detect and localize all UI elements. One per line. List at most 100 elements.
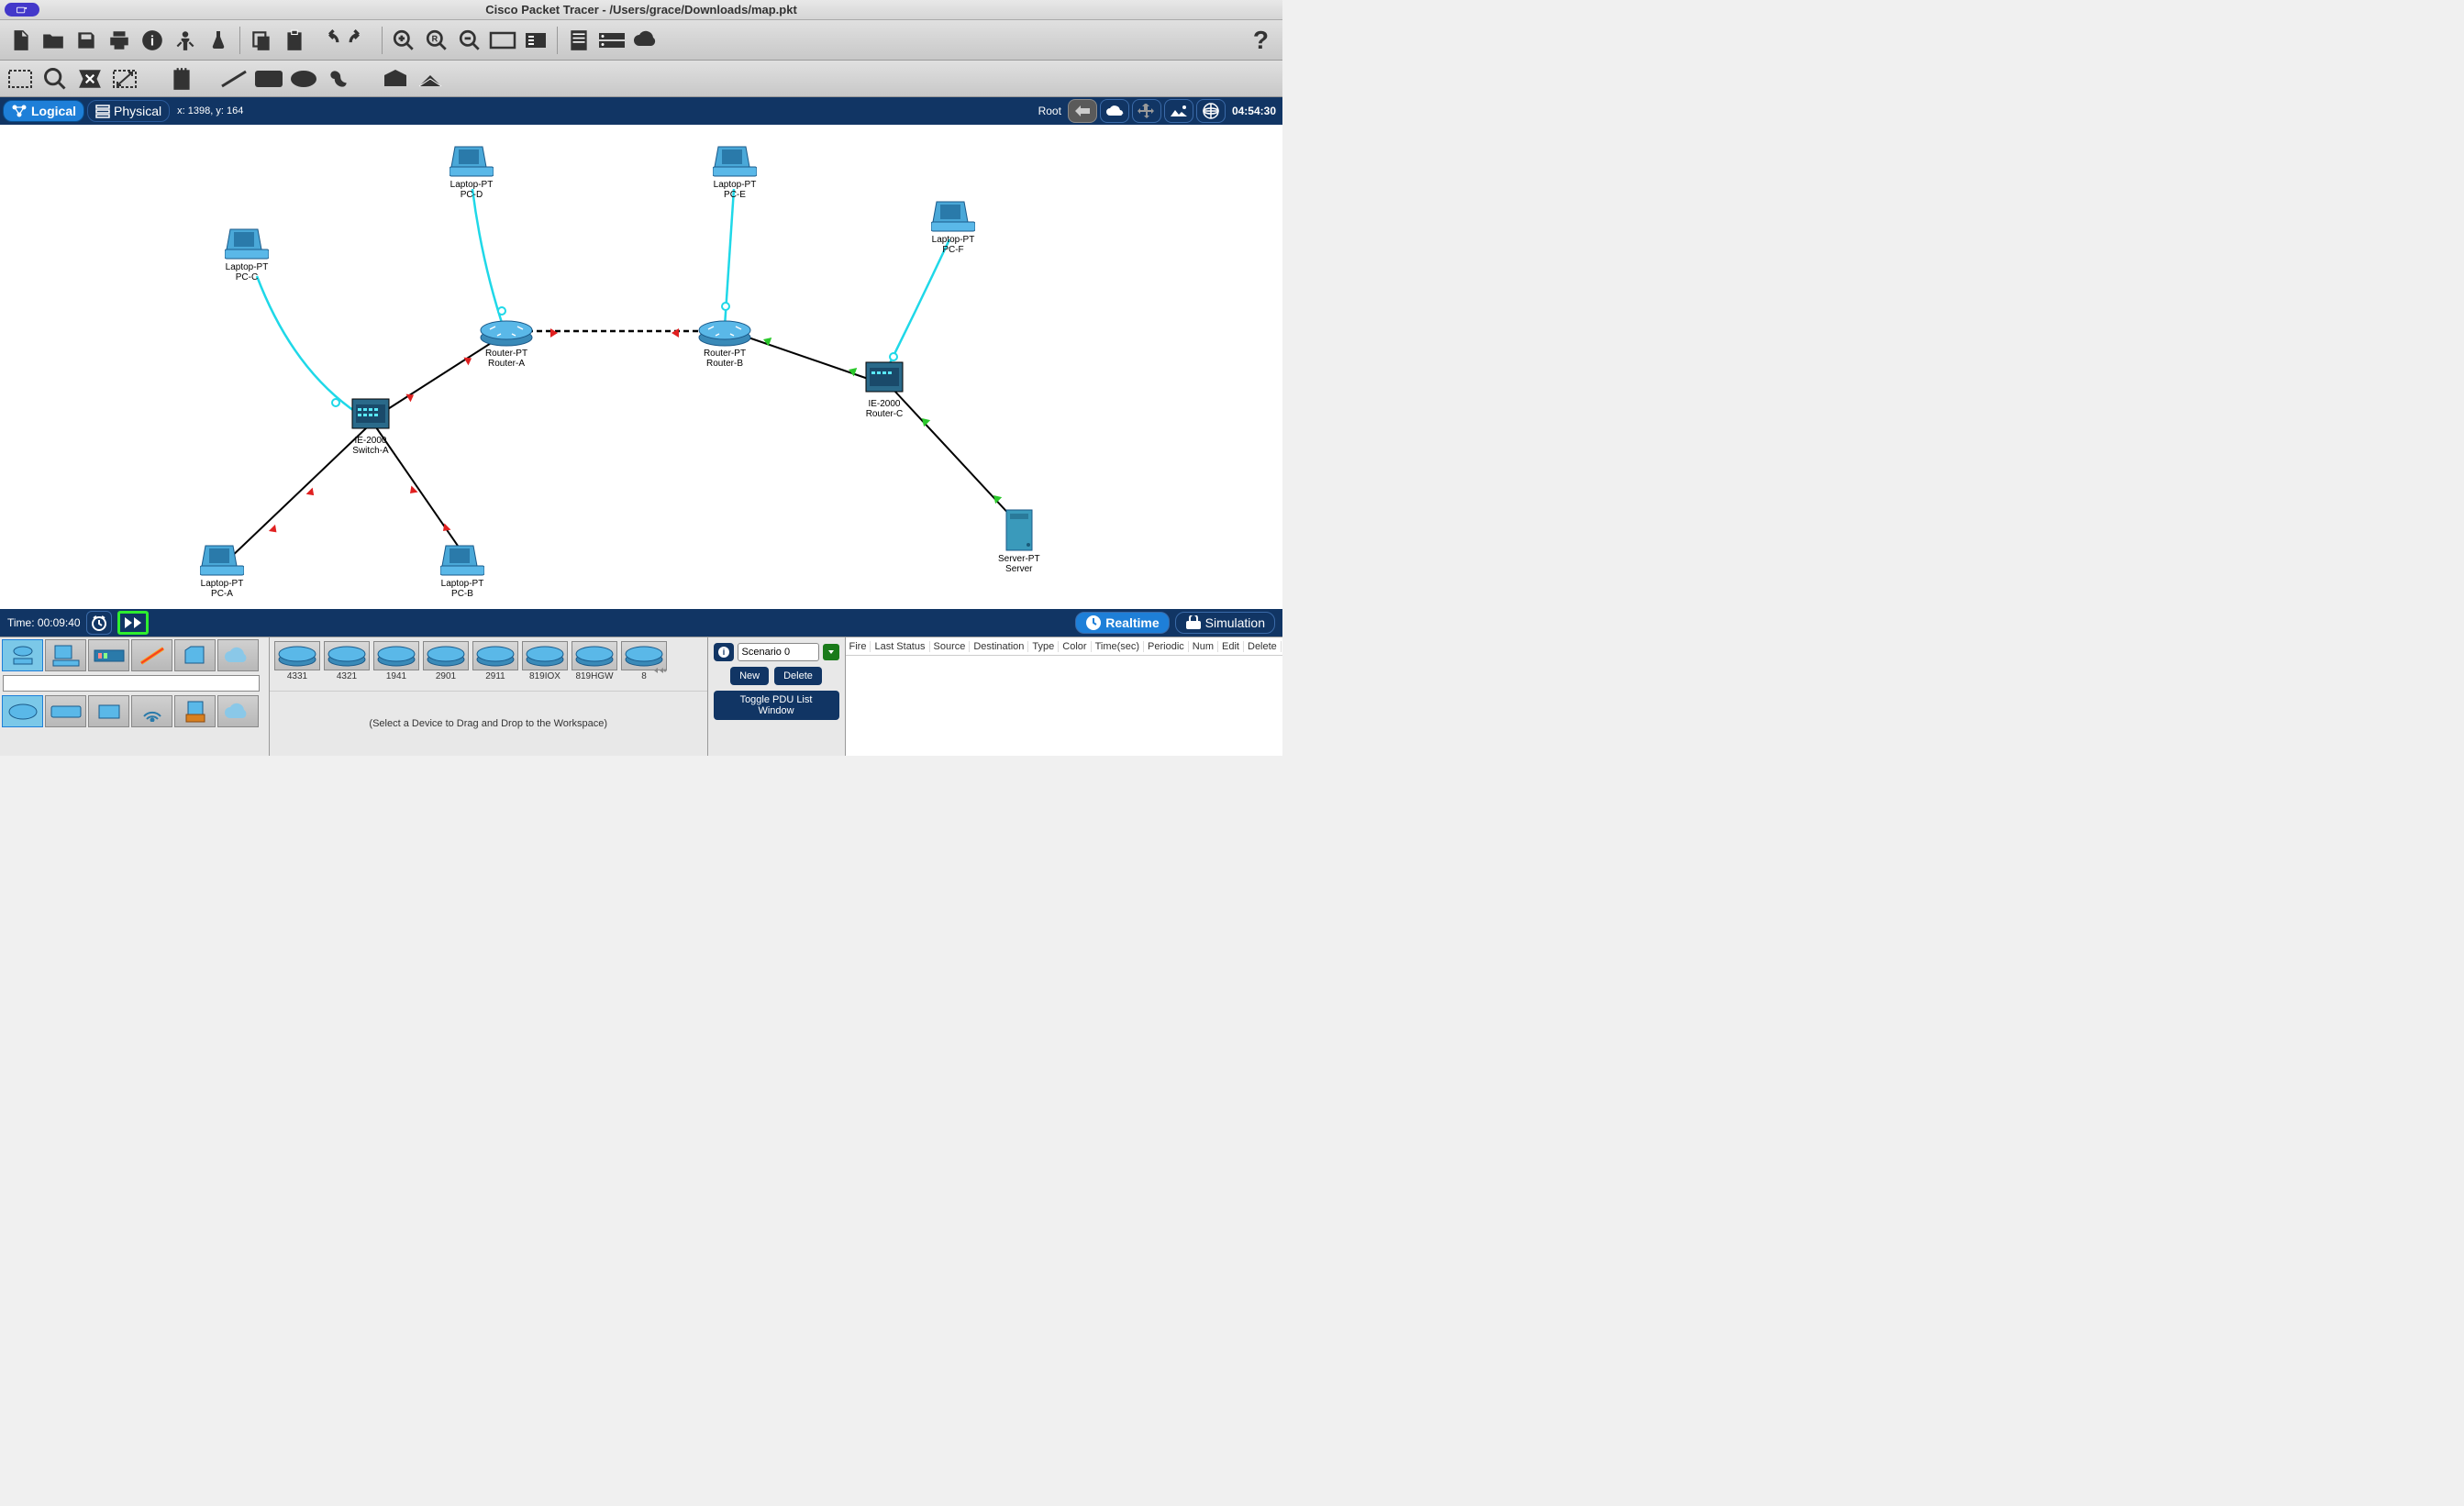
- device-switch-a[interactable]: IE-2000Switch-A: [349, 395, 393, 456]
- resize-tool-icon[interactable]: [109, 63, 140, 94]
- line-tool-icon[interactable]: [218, 63, 250, 94]
- scenario-delete-button[interactable]: Delete: [774, 667, 822, 685]
- device-list-item[interactable]: 2901: [422, 641, 470, 687]
- device-list-item[interactable]: 2911: [472, 641, 519, 687]
- activity-wizard-icon[interactable]: [170, 25, 201, 56]
- device-pc-e[interactable]: Laptop-PTPC-E: [713, 143, 757, 200]
- image-nav-button[interactable]: [1164, 99, 1193, 123]
- help-icon[interactable]: ?: [1253, 26, 1269, 55]
- realtime-tab[interactable]: Realtime: [1075, 612, 1169, 634]
- device-list-item[interactable]: 8: [620, 641, 668, 687]
- category-network-devices[interactable]: [2, 639, 43, 671]
- subcategory-routers[interactable]: [2, 695, 43, 727]
- device-list-item[interactable]: 819IOX: [521, 641, 569, 687]
- scenario-dropdown-icon[interactable]: [823, 644, 839, 660]
- scenario-new-button[interactable]: New: [730, 667, 769, 685]
- toggle-pdu-list-button[interactable]: Toggle PDU List Window: [714, 691, 839, 720]
- drawing-palette-icon[interactable]: [487, 25, 518, 56]
- subcategory-security[interactable]: [174, 695, 216, 727]
- rectangle-tool-icon[interactable]: [253, 63, 284, 94]
- ellipse-tool-icon[interactable]: [288, 63, 319, 94]
- zoom-out-icon[interactable]: [454, 25, 485, 56]
- paste-icon[interactable]: [279, 25, 310, 56]
- device-search-input[interactable]: [3, 675, 260, 692]
- device-list-item[interactable]: 4321: [323, 641, 371, 687]
- reset-time-button[interactable]: [86, 611, 112, 635]
- device-router-b[interactable]: Router-PTRouter-B: [697, 317, 752, 369]
- print-icon[interactable]: [104, 25, 135, 56]
- pdu-header-col[interactable]: Num: [1189, 641, 1218, 652]
- toolbar-separator: [557, 27, 558, 54]
- server-icon[interactable]: [596, 25, 627, 56]
- svg-text:+: +: [1118, 109, 1124, 118]
- simple-pdu-icon[interactable]: [380, 63, 411, 94]
- new-file-icon[interactable]: [5, 25, 36, 56]
- device-pc-b[interactable]: Laptop-PTPC-B: [440, 542, 484, 599]
- cloud-icon[interactable]: [629, 25, 660, 56]
- notes-icon[interactable]: [563, 25, 594, 56]
- logical-tab[interactable]: Logical: [3, 100, 84, 122]
- device-list-item[interactable]: 819HGW: [571, 641, 618, 687]
- category-multiuser[interactable]: [217, 639, 259, 671]
- device-pc-a[interactable]: Laptop-PTPC-A: [200, 542, 244, 599]
- subcategory-wireless[interactable]: [131, 695, 172, 727]
- nav-back-button[interactable]: [1068, 99, 1097, 123]
- device-list-item[interactable]: 1941: [372, 641, 420, 687]
- samples-icon[interactable]: [203, 25, 234, 56]
- device-server[interactable]: Server-PTServer: [998, 508, 1040, 574]
- category-end-devices[interactable]: [45, 639, 86, 671]
- device-router-c[interactable]: IE-2000Router-C: [862, 359, 906, 419]
- fast-forward-button[interactable]: [117, 611, 149, 635]
- custom-devices-icon[interactable]: [520, 25, 551, 56]
- device-pc-d[interactable]: Laptop-PTPC-D: [450, 143, 494, 200]
- pdu-header-col[interactable]: Color: [1059, 641, 1091, 652]
- main-toolbar: i R ?: [0, 20, 1282, 61]
- inspect-tool-icon[interactable]: [39, 63, 71, 94]
- zoom-in-icon[interactable]: [388, 25, 419, 56]
- pdu-header-col[interactable]: Time(sec): [1092, 641, 1144, 652]
- subcategory-switches[interactable]: [45, 695, 86, 727]
- pdu-header-col[interactable]: Periodic: [1144, 641, 1189, 652]
- workspace-canvas[interactable]: Laptop-PTPC-C Laptop-PTPC-D Laptop-PTPC-…: [0, 125, 1282, 609]
- cloud-nav-button[interactable]: +: [1100, 99, 1129, 123]
- complex-pdu-icon[interactable]: [415, 63, 446, 94]
- select-tool-icon[interactable]: [5, 63, 36, 94]
- info-icon[interactable]: i: [137, 25, 168, 56]
- pdu-header-col[interactable]: Delete: [1244, 641, 1282, 652]
- move-nav-button[interactable]: [1132, 99, 1161, 123]
- save-icon[interactable]: [71, 25, 102, 56]
- zoom-reset-icon[interactable]: R: [421, 25, 452, 56]
- pdu-header-col[interactable]: Source: [930, 641, 971, 652]
- freeform-tool-icon[interactable]: [323, 63, 354, 94]
- physical-tab[interactable]: Physical: [87, 100, 170, 122]
- category-miscellaneous[interactable]: [174, 639, 216, 671]
- pdu-header-col[interactable]: Edit: [1218, 641, 1244, 652]
- device-pc-f[interactable]: Laptop-PTPC-F: [931, 198, 975, 255]
- subcategory-wan[interactable]: [217, 695, 259, 727]
- redo-icon[interactable]: [345, 25, 376, 56]
- pdu-header-col[interactable]: Type: [1028, 641, 1059, 652]
- scenario-select[interactable]: Scenario 0: [738, 643, 819, 661]
- environment-button[interactable]: [1196, 99, 1226, 123]
- device-pc-c[interactable]: Laptop-PTPC-C: [225, 226, 269, 282]
- device-list-item[interactable]: 4331: [273, 641, 321, 687]
- pdu-header-col[interactable]: Fire: [846, 641, 871, 652]
- clock-time: 04:54:30: [1232, 105, 1276, 117]
- collapse-handle[interactable]: [651, 665, 668, 676]
- pdu-header-col[interactable]: Destination: [970, 641, 1028, 652]
- category-connections[interactable]: [131, 639, 172, 671]
- open-icon[interactable]: [38, 25, 69, 56]
- delete-tool-icon[interactable]: [74, 63, 105, 94]
- simulation-tab[interactable]: Simulation: [1175, 612, 1275, 634]
- device-router-a[interactable]: Router-PTRouter-A: [479, 317, 534, 369]
- device-panel: 43314321194129012911819IOX819HGW8 (Selec…: [0, 637, 1282, 756]
- undo-icon[interactable]: [312, 25, 343, 56]
- pdu-header-col[interactable]: Last Status: [871, 641, 929, 652]
- device-scroll[interactable]: 43314321194129012911819IOX819HGW8: [270, 637, 707, 691]
- subcategory-hubs[interactable]: [88, 695, 129, 727]
- pdu-panel: FireLast StatusSourceDestinationTypeColo…: [846, 637, 1283, 756]
- copy-icon[interactable]: [246, 25, 277, 56]
- category-components[interactable]: [88, 639, 129, 671]
- scenario-info-icon[interactable]: i: [714, 643, 734, 661]
- note-tool-icon[interactable]: [166, 63, 197, 94]
